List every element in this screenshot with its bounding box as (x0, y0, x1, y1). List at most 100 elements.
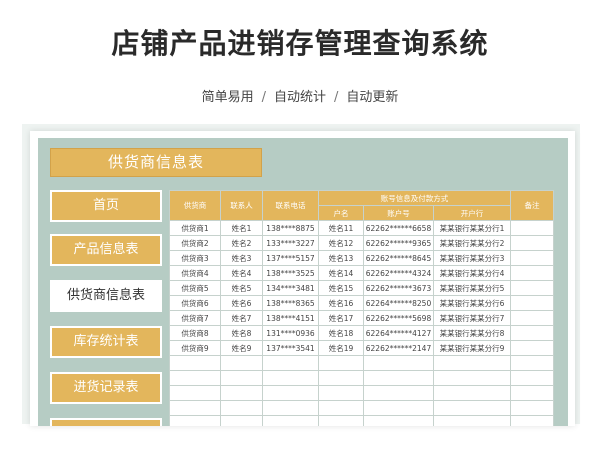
cell-bank[interactable]: 某某银行某某分行6 (432, 295, 512, 311)
cell-contact[interactable]: 姓名8 (220, 325, 263, 341)
cell-contact[interactable]: 姓名6 (220, 295, 263, 311)
cell-account-no[interactable]: 62262******3673 (363, 280, 434, 296)
cell-supplier[interactable] (169, 400, 221, 416)
cell-bank[interactable] (432, 400, 512, 416)
cell-phone[interactable]: 137****3541 (262, 340, 319, 356)
cell-remark[interactable] (510, 385, 555, 401)
cell-remark[interactable] (510, 400, 555, 416)
cell-bank[interactable]: 某某银行某某分行7 (432, 310, 512, 326)
cell-contact[interactable]: 姓名4 (220, 265, 263, 281)
cell-remark[interactable] (510, 310, 555, 326)
cell-bank[interactable]: 某某银行某某分行8 (432, 325, 512, 341)
cell-phone[interactable] (262, 370, 319, 386)
cell-supplier[interactable]: 供货商2 (169, 235, 221, 251)
nav-button-inventory-stats[interactable]: 库存统计表 (50, 326, 162, 358)
cell-phone[interactable]: 133****3227 (262, 235, 319, 251)
cell-phone[interactable] (262, 385, 319, 401)
cell-supplier[interactable] (169, 385, 221, 401)
cell-contact[interactable] (220, 385, 263, 401)
cell-account-no[interactable]: 62264******4127 (363, 325, 434, 341)
cell-bank[interactable] (432, 370, 512, 386)
cell-phone[interactable]: 138****3525 (262, 265, 319, 281)
cell-account-no[interactable]: 62262******4324 (363, 265, 434, 281)
cell-bank[interactable]: 某某银行某某分行5 (432, 280, 512, 296)
cell-supplier[interactable] (169, 370, 221, 386)
cell-supplier[interactable]: 供货商9 (169, 340, 221, 356)
cell-contact[interactable]: 姓名7 (220, 310, 263, 326)
cell-bank[interactable] (432, 355, 512, 371)
cell-contact[interactable]: 姓名1 (220, 220, 263, 236)
cell-supplier[interactable]: 供货商7 (169, 310, 221, 326)
cell-supplier[interactable]: 供货商3 (169, 250, 221, 266)
nav-button-more[interactable] (50, 418, 162, 426)
cell-remark[interactable] (510, 250, 555, 266)
cell-account-no[interactable]: 62262******6658 (363, 220, 434, 236)
cell-contact[interactable]: 姓名2 (220, 235, 263, 251)
cell-phone[interactable] (262, 355, 319, 371)
cell-account-no[interactable] (363, 400, 434, 416)
cell-supplier[interactable]: 供货商5 (169, 280, 221, 296)
cell-phone[interactable]: 137****5157 (262, 250, 319, 266)
cell-account-name[interactable]: 姓名19 (318, 340, 364, 356)
cell-account-no[interactable]: 62264******8250 (363, 295, 434, 311)
cell-remark[interactable] (510, 370, 555, 386)
cell-phone[interactable]: 138****8875 (262, 220, 319, 236)
cell-account-name[interactable]: 姓名18 (318, 325, 364, 341)
cell-remark[interactable] (510, 325, 555, 341)
nav-button-product-info[interactable]: 产品信息表 (50, 234, 162, 266)
cell-remark[interactable] (510, 295, 555, 311)
cell-bank[interactable] (432, 385, 512, 401)
cell-account-name[interactable]: 姓名16 (318, 295, 364, 311)
cell-contact[interactable] (220, 355, 263, 371)
cell-supplier[interactable] (169, 415, 221, 426)
nav-button-purchase-records[interactable]: 进货记录表 (50, 372, 162, 404)
cell-supplier[interactable]: 供货商4 (169, 265, 221, 281)
cell-contact[interactable] (220, 415, 263, 426)
cell-account-no[interactable] (363, 415, 434, 426)
nav-button-home[interactable]: 首页 (50, 190, 162, 222)
cell-account-name[interactable] (318, 355, 364, 371)
cell-remark[interactable] (510, 340, 555, 356)
cell-account-no[interactable]: 62262******2147 (363, 340, 434, 356)
cell-contact[interactable]: 姓名3 (220, 250, 263, 266)
cell-contact[interactable] (220, 400, 263, 416)
cell-phone[interactable]: 138****4151 (262, 310, 319, 326)
cell-account-name[interactable]: 姓名11 (318, 220, 364, 236)
cell-supplier[interactable]: 供货商8 (169, 325, 221, 341)
cell-phone[interactable]: 138****8365 (262, 295, 319, 311)
cell-account-name[interactable] (318, 415, 364, 426)
cell-account-name[interactable] (318, 400, 364, 416)
cell-contact[interactable] (220, 370, 263, 386)
cell-account-name[interactable]: 姓名14 (318, 265, 364, 281)
nav-button-supplier-info[interactable]: 供货商信息表 (50, 280, 162, 312)
cell-bank[interactable]: 某某银行某某分行4 (432, 265, 512, 281)
cell-phone[interactable] (262, 415, 319, 426)
cell-account-no[interactable] (363, 370, 434, 386)
cell-phone[interactable]: 134****3481 (262, 280, 319, 296)
cell-account-name[interactable]: 姓名12 (318, 235, 364, 251)
cell-remark[interactable] (510, 415, 555, 426)
cell-remark[interactable] (510, 220, 555, 236)
cell-bank[interactable]: 某某银行某某分行9 (432, 340, 512, 356)
cell-account-name[interactable]: 姓名13 (318, 250, 364, 266)
cell-phone[interactable]: 131****0936 (262, 325, 319, 341)
cell-account-no[interactable]: 62262******9365 (363, 235, 434, 251)
cell-remark[interactable] (510, 235, 555, 251)
cell-account-name[interactable]: 姓名17 (318, 310, 364, 326)
cell-supplier[interactable]: 供货商1 (169, 220, 221, 236)
cell-account-name[interactable]: 姓名15 (318, 280, 364, 296)
cell-phone[interactable] (262, 400, 319, 416)
cell-contact[interactable]: 姓名5 (220, 280, 263, 296)
cell-remark[interactable] (510, 265, 555, 281)
cell-remark[interactable] (510, 355, 555, 371)
cell-account-no[interactable] (363, 355, 434, 371)
cell-supplier[interactable] (169, 355, 221, 371)
cell-bank[interactable]: 某某银行某某分行1 (432, 220, 512, 236)
cell-supplier[interactable]: 供货商6 (169, 295, 221, 311)
cell-contact[interactable]: 姓名9 (220, 340, 263, 356)
cell-account-no[interactable] (363, 385, 434, 401)
cell-account-name[interactable] (318, 370, 364, 386)
cell-remark[interactable] (510, 280, 555, 296)
cell-bank[interactable]: 某某银行某某分行3 (432, 250, 512, 266)
cell-bank[interactable]: 某某银行某某分行2 (432, 235, 512, 251)
